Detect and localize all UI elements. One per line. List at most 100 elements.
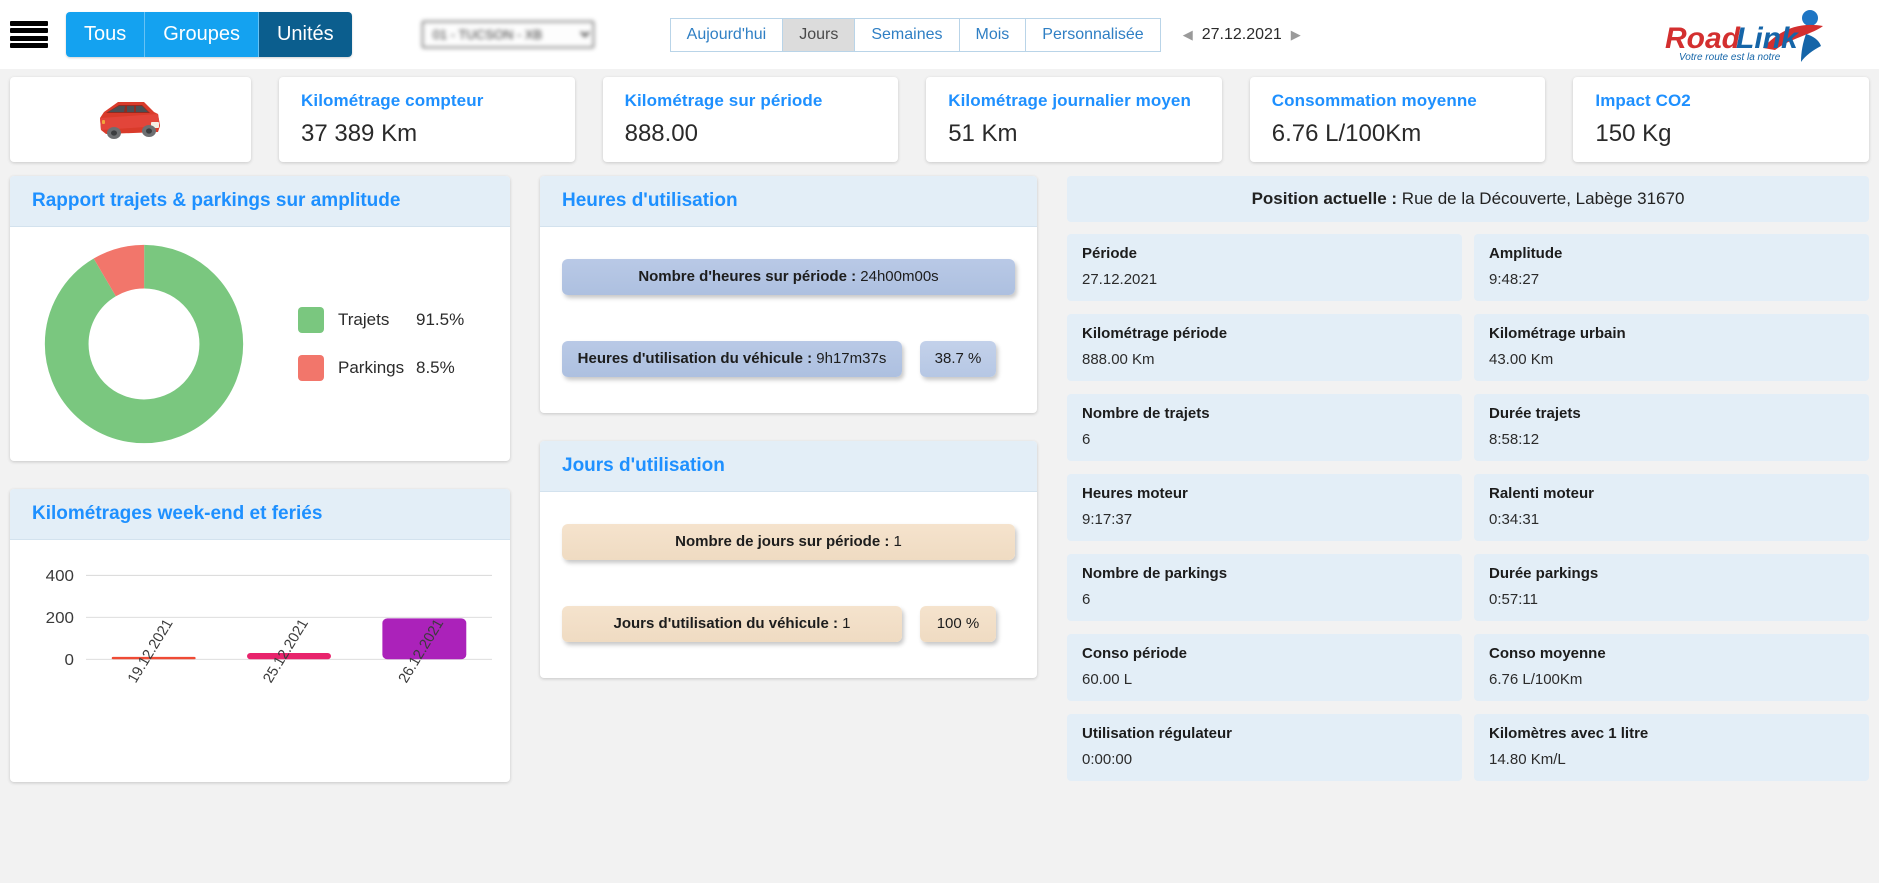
stat-card: Ralenti moteur 0:34:31 [1474,474,1869,541]
roadlink-logo[interactable]: Road Link Votre route est la notre [1663,6,1853,64]
panel-body: Nombre de jours sur période : 1 Jours d'… [540,492,1037,678]
vehicle-icon [99,101,160,139]
stat-card: Utilisation régulateur 0:00:00 [1067,714,1462,781]
stat-value: 0:34:31 [1489,511,1540,528]
logo-dot-icon [1802,10,1818,26]
days-percent-badge: 100 % [920,606,996,642]
panel-title: Kilométrages week-end et feriés [10,489,510,540]
period-tab-jours[interactable]: Jours [782,17,855,52]
stat-value: 60.00 L [1082,671,1133,688]
days-total-value: 1 [893,533,902,550]
legend-swatch-parkings [298,355,324,381]
stat-label: Kilométrage période [1082,325,1228,342]
prev-date-icon[interactable]: ◀ [1183,27,1193,43]
period-tab-personnalisee[interactable]: Personnalisée [1025,17,1161,52]
panel-heures-utilisation: Heures d'utilisation Nombre d'heures sur… [540,176,1037,413]
svg-text:Link: Link [1736,22,1799,55]
donut-chart-wrap: Trajets 91.5% Parkings 8.5% [28,243,492,445]
stat-grid: Période 27.12.2021 Amplitude 9:48:27 Kilomét… [1067,234,1869,781]
donut-chart [44,244,244,444]
donut-slice-trajets [44,244,244,444]
middle-column: Heures d'utilisation Nombre d'heures sur… [540,176,1037,782]
days-total-label: Nombre de jours sur période : [675,533,890,550]
period-tab-mois[interactable]: Mois [958,17,1026,52]
stat-card: Conso moyenne 6.76 L/100Km [1474,634,1869,701]
stat-label: Kilométrage urbain [1489,325,1626,342]
legend-item-parkings: Parkings 8.5% [298,355,464,381]
right-sidebar: Position actuelle : Rue de la Découverte… [1067,176,1869,782]
scope-tab-group: Tous Groupes Unités [66,12,352,57]
scope-tab-tous[interactable]: Tous [66,12,146,57]
stat-card: Durée parkings 0:57:11 [1474,554,1869,621]
stat-label: Nombre de trajets [1082,405,1210,422]
date-navigator: ◀ 27.12.2021 ▶ [1183,26,1301,44]
panel-body: Trajets 91.5% Parkings 8.5% [10,227,510,461]
stat-card: Amplitude 9:48:27 [1474,234,1869,301]
hours-vehicle-pill: Heures d'utilisation du véhicule : 9h17m… [562,341,902,377]
panel-kilometrages-weekend: Kilométrages week-end et feriés 0 200 400 … [10,489,510,782]
legend-value: 8.5% [416,358,455,377]
main-content: Rapport trajets & parkings sur amplitude… [0,162,1879,782]
hours-vehicle-row: Heures d'utilisation du véhicule : 9h17m… [562,341,1015,377]
kpi-label: Kilométrage sur période [624,91,823,110]
scope-tab-unites[interactable]: Unités [258,12,352,57]
panel-title: Rapport trajets & parkings sur amplitude [10,176,510,227]
stat-value: 43.00 Km [1489,351,1554,368]
kpi-value: 888.00 [624,120,698,147]
panel-trajets-parkings: Rapport trajets & parkings sur amplitude… [10,176,510,461]
stat-label: Amplitude [1489,245,1563,262]
stat-card: Durée trajets 8:58:12 [1474,394,1869,461]
hours-total-label: Nombre d'heures sur période : [638,268,857,285]
svg-text:Road: Road [1665,22,1741,55]
legend-label: Parkings [338,358,405,377]
stat-label: Utilisation régulateur [1082,725,1233,742]
bar-chart: 0200400 19.12.2021 25.12.2021 26.12.2021 [46,567,492,686]
kpi-value: 37 389 Km [301,120,418,147]
unit-select-wrapper: 01 - TUCSON - XB [421,21,594,48]
current-position-value: Rue de la Découverte, Labège 31670 [1401,189,1685,208]
stat-label: Durée parkings [1489,565,1599,582]
stat-label: Heures moteur [1082,485,1188,502]
kpi-card-kilometrage-journalier-moyen: Kilométrage journalier moyen 51 Km [926,77,1222,162]
stat-value: 888.00 Km [1082,351,1155,368]
kpi-label: Kilométrage compteur [301,91,484,110]
stat-label: Période [1082,245,1138,262]
stat-value: 8:58:12 [1489,431,1540,448]
stat-card: Heures moteur 9:17:37 [1067,474,1462,541]
bar-chart-yticks: 0 200 400 [46,567,74,668]
unit-select[interactable]: 01 - TUCSON - XB [421,21,594,48]
scope-tab-groupes[interactable]: Groupes [145,12,259,57]
days-vehicle-label: Jours d'utilisation du véhicule : [613,615,838,632]
hours-total-row: Nombre d'heures sur période : 24h00m00s [562,259,1015,295]
hours-percent-badge: 38.7 % [920,341,996,377]
current-position-bar: Position actuelle : Rue de la Découverte… [1067,176,1869,222]
stat-value: 0:57:11 [1489,591,1538,608]
legend-value: 91.5% [416,310,465,329]
next-date-icon[interactable]: ▶ [1291,27,1301,43]
stat-value: 6 [1082,431,1091,448]
legend-label: Trajets [338,310,390,329]
kpi-value: 150 Kg [1595,120,1672,147]
stat-card: Kilomètres avec 1 litre 14.80 Km/L [1474,714,1869,781]
days-vehicle-row: Jours d'utilisation du véhicule : 1 100 … [562,606,1015,642]
hamburger-menu-icon[interactable] [8,18,50,52]
days-total-pill: Nombre de jours sur période : 1 [562,524,1015,560]
stat-card: Conso période 60.00 L [1067,634,1462,701]
kpi-card-impact-co2: Impact CO2 150 Kg [1573,77,1869,162]
period-tab-aujourdhui[interactable]: Aujourd'hui [669,17,783,52]
days-vehicle-value: 1 [842,615,851,632]
stat-value: 9:48:27 [1489,271,1540,288]
panel-title: Heures d'utilisation [540,176,1037,227]
current-date-label: 27.12.2021 [1201,25,1282,43]
kpi-value: 51 Km [948,120,1018,147]
app-header: Tous Groupes Unités 01 - TUCSON - XB Auj… [0,0,1879,69]
kpi-label: Impact CO2 [1595,91,1691,110]
panel-body: 0 200 400 19.12.2021 25.12.2021 26.12.2021 [10,540,510,782]
hours-vehicle-label: Heures d'utilisation du véhicule : [577,350,813,367]
stat-value: 6.76 L/100Km [1489,671,1583,688]
hours-total-pill: Nombre d'heures sur période : 24h00m00s [562,259,1015,295]
days-total-row: Nombre de jours sur période : 1 [562,524,1015,560]
stat-label: Kilomètres avec 1 litre [1489,725,1649,742]
kpi-label: Consommation moyenne [1271,91,1477,110]
period-tab-semaines[interactable]: Semaines [854,17,959,52]
